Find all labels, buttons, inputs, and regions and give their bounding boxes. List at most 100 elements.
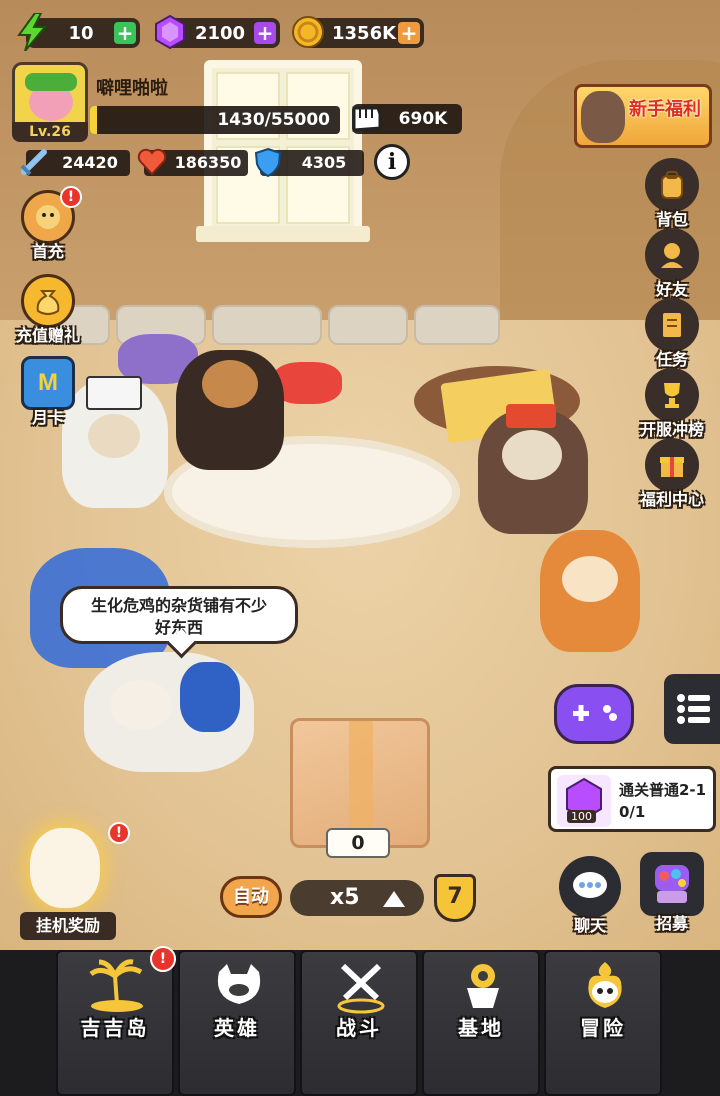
trophy-icon xyxy=(645,368,699,422)
skull-adventure-icon xyxy=(575,958,635,1014)
recruit-button[interactable]: 招募 xyxy=(634,852,710,934)
speed-label: x5 xyxy=(330,885,360,910)
speed-level-badge: 7 xyxy=(434,874,476,922)
server-ranking-button[interactable]: 开服冲榜 xyxy=(634,368,710,440)
first-recharge-badge: ! xyxy=(60,186,82,208)
island-palm-icon xyxy=(87,958,147,1014)
recharge-gift-label: 充值赠礼 xyxy=(15,326,80,345)
xp-text: 1430/55000 xyxy=(217,110,330,130)
monthly-card-button[interactable]: M 月卡 xyxy=(10,356,86,428)
lightning-icon xyxy=(12,12,52,52)
stone-wall xyxy=(40,305,500,353)
npc-speech-bubble: 生化危鸡的杂货铺有不少 好东西 xyxy=(60,586,298,644)
nav-tab-heroes[interactable]: 英雄 xyxy=(178,950,296,1096)
welfare-center-button[interactable]: 福利中心 xyxy=(634,438,710,510)
fist-icon xyxy=(348,100,384,136)
triangle-up-icon xyxy=(382,889,406,914)
crate-count: 0 xyxy=(326,828,390,858)
idle-reward-button[interactable]: ! 挂机奖励 xyxy=(12,820,130,940)
backpack-icon xyxy=(645,158,699,212)
recruit-label: 招募 xyxy=(655,914,688,933)
friends-label: 好友 xyxy=(655,280,688,299)
hero-bearded-warrior[interactable] xyxy=(176,350,284,470)
player-level: Lv.26 xyxy=(12,122,88,142)
tasks-label: 任务 xyxy=(655,350,688,369)
money-bag-icon xyxy=(21,274,75,328)
gems-pill[interactable]: 2100 + xyxy=(155,14,280,50)
friends-icon xyxy=(645,228,699,282)
first-recharge-label: 首充 xyxy=(31,242,64,261)
nav-tab-adventure-label: 冒险 xyxy=(580,1016,626,1040)
backpack-button[interactable]: 背包 xyxy=(634,158,710,230)
attack-value: 24420 xyxy=(62,153,118,172)
power-value: 690K xyxy=(398,109,448,129)
tasks-icon xyxy=(645,298,699,352)
quest-title: 通关普通2-1 xyxy=(619,781,707,799)
server-ranking-label: 开服冲榜 xyxy=(639,420,704,439)
gems-value: 2100 xyxy=(194,22,246,44)
hero-siamese-king[interactable] xyxy=(478,404,588,534)
chat-bubble-icon xyxy=(559,856,621,918)
recharge-gift-button[interactable]: 充值赠礼 xyxy=(10,274,86,346)
power-pill: 690K xyxy=(352,104,462,134)
hero-wizard-cat[interactable] xyxy=(84,652,254,772)
stats-info-button[interactable]: i xyxy=(374,144,410,180)
sword-icon xyxy=(18,146,50,178)
nav-tab-base-label: 基地 xyxy=(458,1016,504,1040)
idle-reward-label: 挂机奖励 xyxy=(20,912,116,940)
chat-button[interactable]: 聊天 xyxy=(552,856,628,936)
chat-label: 聊天 xyxy=(573,916,606,935)
quest-tracker[interactable]: 100 通关普通2-1 0/1 xyxy=(548,766,716,832)
speed-button[interactable]: x5 xyxy=(290,880,424,916)
coins-add-button[interactable]: + xyxy=(398,22,420,44)
quest-reward-count: 100 xyxy=(567,810,596,823)
gacha-machine-icon xyxy=(640,852,704,916)
coins-value: 1356K xyxy=(332,22,397,44)
backpack-label: 背包 xyxy=(655,210,688,229)
nav-tab-battle-label: 战斗 xyxy=(336,1016,382,1040)
nav-tab-heroes-label: 英雄 xyxy=(214,1016,260,1040)
base-tower-icon xyxy=(453,958,513,1014)
welfare-center-label: 福利中心 xyxy=(639,490,704,509)
coins-pill[interactable]: 1356K + xyxy=(292,16,424,48)
nav-tab-adventure[interactable]: 冒险 xyxy=(544,950,662,1096)
nav-tab-island[interactable]: 吉吉岛 ! xyxy=(56,946,176,1096)
nav-tab-base[interactable]: 基地 xyxy=(422,950,540,1096)
quest-gem-icon: 100 xyxy=(557,775,611,827)
lucky-cat-icon xyxy=(30,828,100,908)
bottom-nav: 吉吉岛 ! 英雄 战斗 基地 冒险 xyxy=(0,946,720,1096)
gift-box-icon xyxy=(645,438,699,492)
nav-tab-battle[interactable]: 战斗 xyxy=(300,950,418,1096)
energy-pill[interactable]: 10 + xyxy=(17,13,140,51)
xp-bar: 1430/55000 xyxy=(90,106,340,134)
hero-monkey-king[interactable] xyxy=(540,530,640,652)
nav-tab-island-label: 吉吉岛 xyxy=(80,1016,150,1040)
newbie-cat-icon xyxy=(581,91,625,143)
crossed-swords-icon xyxy=(331,958,391,1014)
hero-cat-icon xyxy=(209,958,269,1014)
gamepad-icon xyxy=(567,699,623,735)
list-icon xyxy=(676,692,712,730)
coin-icon xyxy=(288,12,328,52)
friends-button[interactable]: 好友 xyxy=(634,228,710,300)
list-menu-button[interactable] xyxy=(664,674,720,744)
speech-line-2: 好东西 xyxy=(154,618,203,637)
nav-island-badge: ! xyxy=(150,946,176,972)
energy-add-button[interactable]: + xyxy=(114,22,136,44)
quest-progress: 0/1 xyxy=(619,803,646,821)
window-sill xyxy=(196,226,370,242)
newbie-welfare-banner[interactable]: 新手福利 xyxy=(574,84,712,148)
minigame-button[interactable] xyxy=(554,684,634,744)
energy-value: 10 xyxy=(68,22,94,44)
monthly-card-label: 月卡 xyxy=(31,408,64,427)
first-recharge-button[interactable]: 首充 ! xyxy=(10,186,86,262)
monthly-card-icon: M xyxy=(21,356,75,410)
player-name: 噼哩啪啦 xyxy=(96,78,168,99)
hp-value: 186350 xyxy=(174,153,242,172)
defense-value: 4305 xyxy=(301,153,347,172)
auto-button[interactable]: 自动 xyxy=(220,876,282,918)
tasks-button[interactable]: 任务 xyxy=(634,298,710,370)
newbie-welfare-label: 新手福利 xyxy=(629,99,701,120)
speech-line-1: 生化危鸡的杂货铺有不少 xyxy=(90,596,267,615)
gems-add-button[interactable]: + xyxy=(254,22,276,44)
